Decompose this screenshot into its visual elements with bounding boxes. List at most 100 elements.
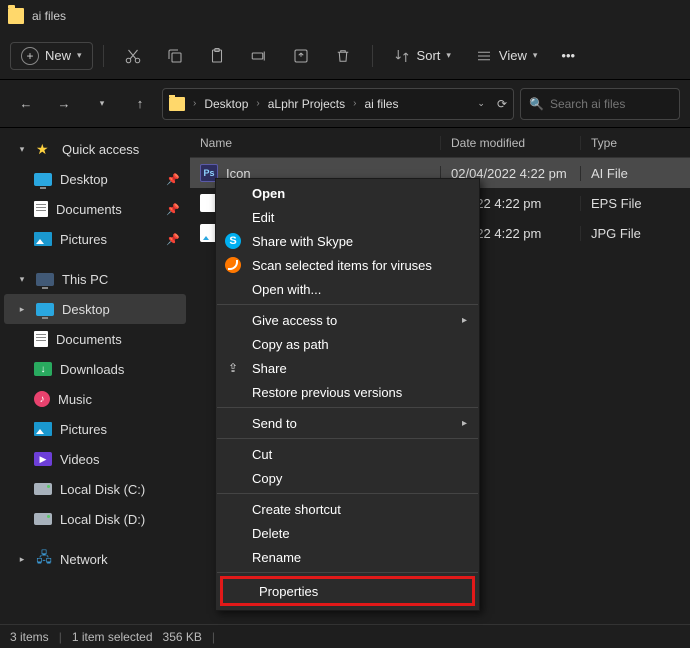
trash-icon xyxy=(334,47,352,65)
sidebar-item-pictures[interactable]: Pictures 📌 xyxy=(4,224,186,254)
status-size: 356 KB xyxy=(163,630,202,644)
up-button[interactable]: ↑ xyxy=(124,88,156,120)
plus-icon: + xyxy=(21,47,39,65)
chevron-down-icon: ▾ xyxy=(533,50,538,61)
sidebar-label: This PC xyxy=(62,272,108,287)
breadcrumb-item[interactable]: Desktop xyxy=(200,95,252,113)
nav-row: ← → ▾ ↑ › Desktop › aLphr Projects › ai … xyxy=(0,80,690,128)
scissors-icon xyxy=(124,47,142,65)
disk-icon xyxy=(34,483,52,495)
history-button[interactable]: ▾ xyxy=(86,88,118,120)
breadcrumb-item[interactable]: aLphr Projects xyxy=(264,95,349,113)
column-headers: Name Date modified Type xyxy=(190,128,690,158)
rename-button[interactable] xyxy=(240,41,278,71)
pin-icon: 📌 xyxy=(166,173,180,186)
search-box[interactable]: 🔍 xyxy=(520,88,680,120)
sidebar-this-pc[interactable]: ▾ This PC xyxy=(4,264,186,294)
ctx-send-to[interactable]: Send to▸ xyxy=(216,411,479,435)
sidebar-item-disk-d[interactable]: Local Disk (D:) xyxy=(4,504,186,534)
divider xyxy=(103,45,104,67)
ctx-rename[interactable]: Rename xyxy=(216,545,479,569)
share-icon xyxy=(292,47,310,65)
new-button[interactable]: + New ▾ xyxy=(10,42,93,70)
share-button[interactable] xyxy=(282,41,320,71)
sidebar-label: Documents xyxy=(56,332,122,347)
separator xyxy=(217,572,478,573)
copy-button[interactable] xyxy=(156,41,194,71)
pictures-icon xyxy=(34,232,52,246)
chevron-down-icon[interactable]: ▾ xyxy=(16,274,28,285)
sidebar-item-downloads[interactable]: ↓ Downloads xyxy=(4,354,186,384)
more-button[interactable]: ••• xyxy=(551,42,585,69)
music-icon: ♪ xyxy=(34,391,50,407)
folder-icon xyxy=(169,97,185,111)
window-title: ai files xyxy=(32,9,66,23)
ctx-copy[interactable]: Copy xyxy=(216,466,479,490)
sidebar-item-music[interactable]: ♪ Music xyxy=(4,384,186,414)
ctx-create-shortcut[interactable]: Create shortcut xyxy=(216,497,479,521)
chevron-right-icon[interactable]: ▸ xyxy=(16,304,28,315)
sidebar-label: Network xyxy=(60,552,108,567)
pin-icon: 📌 xyxy=(166,233,180,246)
sidebar-label: Local Disk (C:) xyxy=(60,482,145,497)
separator xyxy=(217,304,478,305)
ctx-scan-viruses[interactable]: Scan selected items for viruses xyxy=(216,253,479,277)
address-bar[interactable]: › Desktop › aLphr Projects › ai files ⌄ … xyxy=(162,88,514,120)
forward-button[interactable]: → xyxy=(48,88,80,120)
search-icon: 🔍 xyxy=(529,97,544,111)
sidebar-item-pictures[interactable]: Pictures xyxy=(4,414,186,444)
ctx-restore-versions[interactable]: Restore previous versions xyxy=(216,380,479,404)
refresh-icon[interactable]: ⟳ xyxy=(497,97,507,111)
paste-button[interactable] xyxy=(198,41,236,71)
divider xyxy=(372,45,373,67)
breadcrumb-item[interactable]: ai files xyxy=(360,95,402,113)
document-icon xyxy=(34,201,48,217)
sidebar-item-desktop[interactable]: ▸ Desktop xyxy=(4,294,186,324)
ctx-label: Give access to xyxy=(252,313,337,328)
ctx-properties[interactable]: Properties xyxy=(223,579,472,603)
sidebar-label: Downloads xyxy=(60,362,124,377)
ctx-edit[interactable]: Edit xyxy=(216,205,479,229)
view-icon xyxy=(475,47,493,65)
folder-icon xyxy=(8,8,24,24)
column-type[interactable]: Type xyxy=(580,136,680,150)
sidebar-label: Documents xyxy=(56,202,122,217)
ctx-open-with[interactable]: Open with... xyxy=(216,277,479,301)
back-button[interactable]: ← xyxy=(10,88,42,120)
ctx-cut[interactable]: Cut xyxy=(216,442,479,466)
sort-icon xyxy=(393,47,411,65)
column-name[interactable]: Name xyxy=(190,136,440,150)
sidebar-network[interactable]: ▸ 🖧 Network xyxy=(4,544,186,574)
chevron-right-icon: › xyxy=(353,98,356,109)
chevron-down-icon[interactable]: ⌄ xyxy=(477,98,485,109)
ctx-label: Restore previous versions xyxy=(252,385,402,400)
sidebar-item-videos[interactable]: ▶ Videos xyxy=(4,444,186,474)
chevron-down-icon: ▾ xyxy=(446,50,451,61)
column-date[interactable]: Date modified xyxy=(440,136,580,150)
sidebar-item-documents[interactable]: Documents 📌 xyxy=(4,194,186,224)
ctx-open[interactable]: Open xyxy=(216,181,479,205)
chevron-down-icon: ▾ xyxy=(100,98,105,109)
rename-icon xyxy=(250,47,268,65)
view-button[interactable]: View ▾ xyxy=(465,41,547,71)
ctx-share[interactable]: ⇪Share xyxy=(216,356,479,380)
chevron-down-icon[interactable]: ▾ xyxy=(16,144,28,155)
sidebar-item-disk-c[interactable]: Local Disk (C:) xyxy=(4,474,186,504)
search-input[interactable] xyxy=(550,97,671,111)
download-icon: ↓ xyxy=(34,362,52,376)
ctx-share-skype[interactable]: SShare with Skype xyxy=(216,229,479,253)
ctx-copy-path[interactable]: Copy as path xyxy=(216,332,479,356)
chevron-right-icon[interactable]: ▸ xyxy=(16,554,28,565)
sidebar-item-documents[interactable]: Documents xyxy=(4,324,186,354)
ctx-label: Share with Skype xyxy=(252,234,353,249)
file-type: JPG File xyxy=(580,226,680,241)
sidebar-item-desktop[interactable]: Desktop 📌 xyxy=(4,164,186,194)
status-bar: 3 items | 1 item selected 356 KB | xyxy=(0,624,690,648)
cut-button[interactable] xyxy=(114,41,152,71)
delete-button[interactable] xyxy=(324,41,362,71)
ctx-give-access[interactable]: Give access to▸ xyxy=(216,308,479,332)
ctx-delete[interactable]: Delete xyxy=(216,521,479,545)
sidebar-quick-access[interactable]: ▾ ★ Quick access xyxy=(4,134,186,164)
sort-button[interactable]: Sort ▾ xyxy=(383,41,461,71)
separator xyxy=(217,407,478,408)
